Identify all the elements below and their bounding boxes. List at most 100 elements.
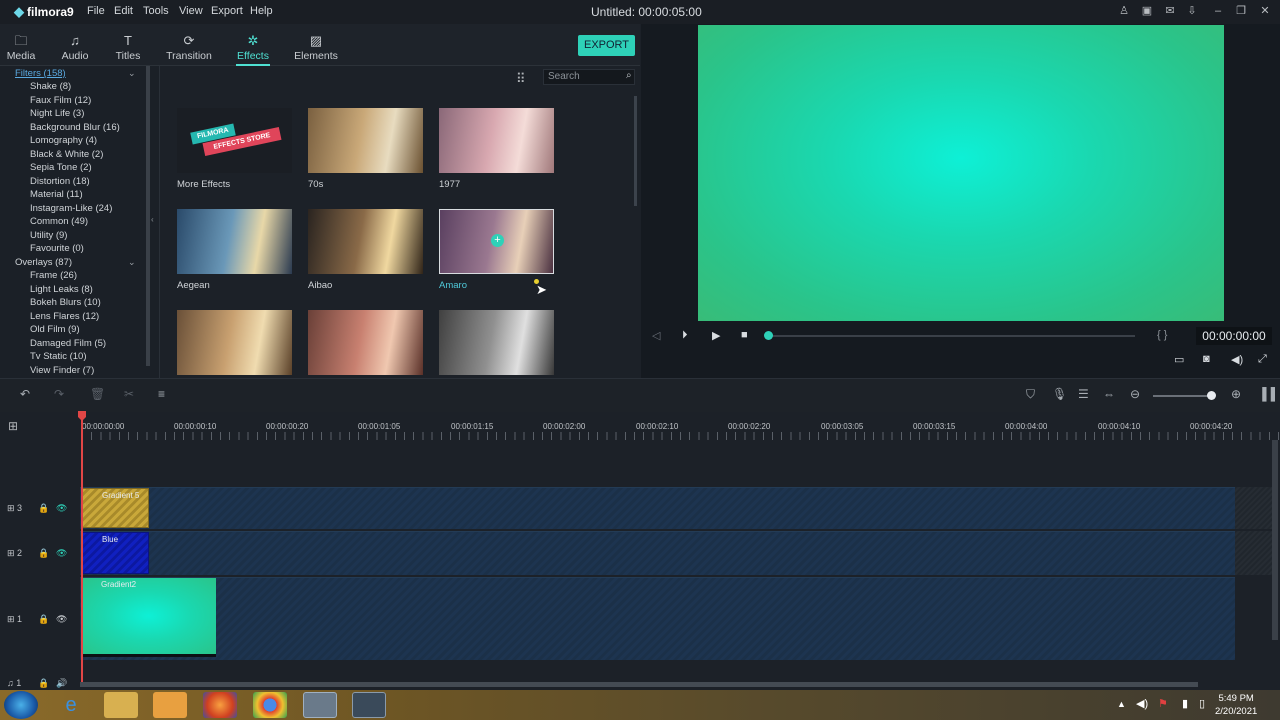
battery-icon[interactable]: ▯ <box>1199 697 1205 710</box>
lock-icon[interactable]: 🔒 <box>38 614 49 625</box>
chevron-down-icon[interactable]: ⌄ <box>128 68 136 79</box>
timeline-vertical-scrollbar[interactable] <box>1272 440 1278 640</box>
tab-effects[interactable]: ✲ Effects <box>234 24 272 66</box>
effect-thumbnail[interactable] <box>308 310 423 375</box>
playhead[interactable] <box>81 412 83 682</box>
menu-view[interactable]: View <box>179 5 203 17</box>
delete-icon[interactable]: 🗑 <box>90 387 105 401</box>
fullscreen-icon[interactable]: ⤢ <box>1258 353 1267 366</box>
effect-thumbnail-70s[interactable] <box>308 108 423 173</box>
tree-item[interactable]: Instagram-Like (24) <box>30 203 112 214</box>
panel-toggle-icon[interactable]: ▐▐ <box>1258 387 1275 401</box>
timeline-horizontal-scrollbar[interactable] <box>80 682 1198 687</box>
clip-gradient2[interactable]: Gradient2 <box>81 578 216 657</box>
mark-in-out[interactable]: { } <box>1157 329 1167 341</box>
tree-item[interactable]: Lens Flares (12) <box>30 311 99 322</box>
tab-audio[interactable]: ♫ Audio <box>58 24 92 66</box>
volume-tray-icon[interactable]: ◀) <box>1136 697 1148 710</box>
zoom-in-icon[interactable]: ⊕ <box>1231 387 1241 401</box>
add-effect-icon[interactable]: + <box>491 234 504 247</box>
maximize-icon[interactable]: ❐ <box>1234 4 1248 18</box>
effect-thumbnail-more-effects[interactable]: FILMORA EFFECTS STORE <box>177 108 292 173</box>
tree-item[interactable]: Bokeh Blurs (10) <box>30 297 101 308</box>
tree-item[interactable]: Common (49) <box>30 216 88 227</box>
volume-icon[interactable]: ◀) <box>1231 353 1243 366</box>
playback-scrubber[interactable] <box>764 331 773 340</box>
tree-item[interactable]: Background Blur (16) <box>30 122 120 133</box>
clip-blue[interactable]: Blue <box>81 532 149 574</box>
tree-item[interactable]: Favourite (0) <box>30 243 84 254</box>
effect-thumbnail-aegean[interactable] <box>177 209 292 274</box>
download-icon[interactable]: ⇩ <box>1185 4 1199 18</box>
audio-mixer-icon[interactable]: ☰ <box>1078 387 1089 401</box>
account-icon[interactable]: ♙ <box>1117 4 1131 18</box>
collapse-panel-icon[interactable]: ‹ <box>151 215 154 224</box>
chevron-down-icon[interactable]: ⌄ <box>128 257 136 268</box>
action-center-icon[interactable]: ⚑ <box>1158 697 1168 710</box>
play-next-icon[interactable]: ▶ <box>712 329 720 342</box>
export-button[interactable]: EXPORT <box>578 35 635 56</box>
tree-item[interactable]: Night Life (3) <box>30 108 84 119</box>
lock-icon[interactable]: 🔒 <box>38 503 49 514</box>
search-icon[interactable]: ⌕ <box>626 70 632 81</box>
effect-thumbnail-aibao[interactable] <box>308 209 423 274</box>
playback-progress-track[interactable] <box>770 335 1135 337</box>
media-player-icon[interactable] <box>153 692 187 718</box>
clip-gradient5[interactable]: Gradient 5 <box>81 488 149 528</box>
redo-icon[interactable]: ↷ <box>54 387 64 401</box>
zoom-slider-handle[interactable] <box>1207 391 1216 400</box>
start-button[interactable] <box>4 691 38 719</box>
video-track-2[interactable] <box>80 531 1235 575</box>
close-icon[interactable]: ✕ <box>1258 4 1272 18</box>
tab-transition[interactable]: ⟳ Transition <box>165 24 213 66</box>
tab-media[interactable]: 🗀 Media <box>4 24 38 66</box>
fit-timeline-icon[interactable]: ⇔ <box>1103 387 1115 401</box>
tray-expand-icon[interactable]: ▲ <box>1117 699 1126 709</box>
menu-file[interactable]: File <box>87 5 105 17</box>
previous-frame-icon[interactable]: ◁ <box>652 329 660 342</box>
microphone-icon[interactable]: 🎙 <box>1052 387 1067 401</box>
menu-export[interactable]: Export <box>211 5 243 17</box>
chrome-icon[interactable] <box>253 692 287 718</box>
stop-icon[interactable]: ■ <box>741 329 748 341</box>
tree-item[interactable]: View Finder (7) <box>30 365 94 376</box>
tree-item[interactable]: Old Film (9) <box>30 324 80 335</box>
menu-help[interactable]: Help <box>250 5 273 17</box>
eye-icon[interactable]: 👁 <box>56 503 67 514</box>
effect-thumbnail-1977[interactable] <box>439 108 554 173</box>
filmora-taskbar-icon[interactable] <box>352 692 386 718</box>
tree-filters[interactable]: Filters (158) <box>15 68 66 79</box>
effect-thumbnail[interactable] <box>439 310 554 375</box>
mail-icon[interactable]: ✉ <box>1163 4 1177 18</box>
tree-item[interactable]: Utility (9) <box>30 230 67 241</box>
speaker-icon[interactable]: 🔊 <box>56 678 67 689</box>
lock-icon[interactable]: 🔒 <box>38 548 49 559</box>
tree-item[interactable]: Distortion (18) <box>30 176 90 187</box>
video-track-1[interactable] <box>80 577 1235 660</box>
tree-item[interactable]: Frame (26) <box>30 270 77 281</box>
snapshot-icon[interactable]: ◙ <box>1203 353 1210 365</box>
menu-tools[interactable]: Tools <box>143 5 169 17</box>
video-track-3[interactable] <box>80 487 1235 529</box>
undo-icon[interactable]: ↶ <box>20 387 30 401</box>
video-editor-taskbar-icon[interactable] <box>303 692 337 718</box>
store-icon[interactable]: ▣ <box>1140 4 1154 18</box>
search-input[interactable]: Search <box>543 69 635 85</box>
tree-item[interactable]: Material (11) <box>30 189 83 200</box>
lock-icon[interactable]: 🔒 <box>38 678 49 689</box>
tree-overlays[interactable]: Overlays (87) <box>15 257 72 268</box>
menu-edit[interactable]: Edit <box>114 5 133 17</box>
display-settings-icon[interactable]: ▭ <box>1174 353 1184 366</box>
eye-icon[interactable]: 👁 <box>56 548 67 559</box>
internet-explorer-icon[interactable]: e <box>54 692 88 718</box>
zoom-slider-track[interactable] <box>1153 395 1215 397</box>
cut-icon[interactable]: ✂ <box>124 387 134 401</box>
tree-item[interactable]: Tv Static (10) <box>30 351 87 362</box>
tree-item[interactable]: Shake (8) <box>30 81 71 92</box>
adjust-icon[interactable]: ≡ <box>158 387 165 401</box>
tree-item[interactable]: Light Leaks (8) <box>30 284 93 295</box>
effect-thumbnail-amaro[interactable]: + <box>439 209 554 274</box>
play-icon[interactable]: ⏵ <box>682 329 688 342</box>
tree-item[interactable]: Lomography (4) <box>30 135 97 146</box>
file-explorer-icon[interactable] <box>104 692 138 718</box>
